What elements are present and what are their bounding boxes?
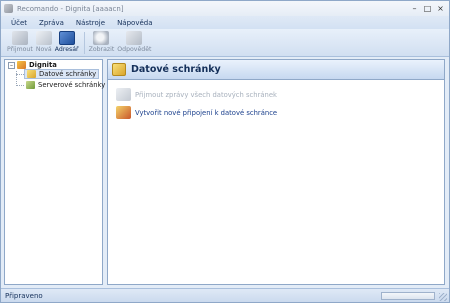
minimize-button[interactable]: – [408, 3, 421, 15]
reply-button[interactable]: Odpovědět [117, 29, 151, 53]
tree-connector [16, 74, 24, 75]
databox-folder-icon [27, 70, 36, 78]
tree-connector [16, 85, 24, 86]
reply-button-label: Odpovědět [117, 46, 152, 53]
new-message-icon [35, 31, 52, 45]
menu-napoveda[interactable]: Nápověda [111, 19, 158, 27]
account-icon [17, 61, 26, 69]
tree-root-label: Dignita [29, 61, 57, 69]
address-book-icon [58, 31, 75, 45]
receive-all-label: Přijmout zprávy všech datových schránek [135, 90, 277, 99]
menu-ucet[interactable]: Účet [5, 19, 33, 27]
menu-nastroje[interactable]: Nástroje [70, 19, 111, 27]
window-title: Recomando - Dignita [aaaacn] [17, 4, 124, 13]
title-bar[interactable]: Recomando - Dignita [aaaacn] – □ × [1, 1, 449, 16]
app-icon [4, 4, 13, 13]
tree-item-datove-schranky[interactable]: Datové schránky [24, 69, 100, 79]
window-controls: – □ × [408, 1, 447, 16]
toolbar-separator [83, 32, 85, 54]
page-title: Datové schránky [131, 64, 221, 75]
receive-icon [11, 31, 28, 45]
content-panel: Datové schránky Přijmout zprávy všech da… [107, 59, 445, 285]
tree-collapse-toggle[interactable]: – [8, 61, 15, 69]
toolbar: Přijmout Nová Adresář Zobrazit Odpovědět [1, 29, 449, 57]
new-message-button[interactable]: Nová [35, 29, 52, 53]
status-bar: Připraveno [1, 288, 449, 302]
new-message-button-label: Nová [35, 46, 52, 53]
app-window: Recomando - Dignita [aaaacn] – □ × Účet … [0, 0, 450, 303]
address-book-button[interactable]: Adresář [55, 29, 79, 53]
close-button[interactable]: × [434, 3, 447, 15]
new-connection-icon [116, 106, 131, 119]
tree-item-label: Serverové schránky [38, 81, 106, 89]
menu-bar: Účet Zpráva Nástroje Nápověda [1, 16, 449, 29]
new-connection-label: Vytvořit nové připojení k datové schránc… [135, 108, 278, 117]
view-button[interactable]: Zobrazit [88, 29, 115, 53]
new-connection-action[interactable]: Vytvořit nové připojení k datové schránc… [116, 106, 277, 119]
status-progress-bar [381, 292, 435, 300]
receive-button-label: Přijmout [7, 46, 33, 53]
receive-all-action[interactable]: Přijmout zprávy všech datových schránek [116, 88, 277, 101]
tree-item-serverove-schranky[interactable]: Serverové schránky [26, 80, 105, 90]
content-header: Datové schránky [108, 60, 444, 80]
navigation-tree: – Dignita Datové schránky Serverové schr… [4, 59, 105, 285]
receive-button[interactable]: Přijmout [7, 29, 33, 53]
tree-item-label: Datové schránky [39, 70, 97, 78]
address-book-button-label: Adresář [54, 46, 79, 53]
maximize-button[interactable]: □ [421, 3, 434, 15]
view-button-label: Zobrazit [88, 46, 115, 53]
resize-grip-icon[interactable] [439, 293, 447, 301]
reply-icon [126, 31, 143, 45]
server-folder-icon [26, 81, 35, 89]
menu-zprava[interactable]: Zpráva [33, 19, 70, 27]
view-icon [93, 31, 110, 45]
databox-icon [112, 63, 126, 76]
status-text: Připraveno [5, 291, 43, 300]
receive-all-icon [116, 88, 131, 101]
